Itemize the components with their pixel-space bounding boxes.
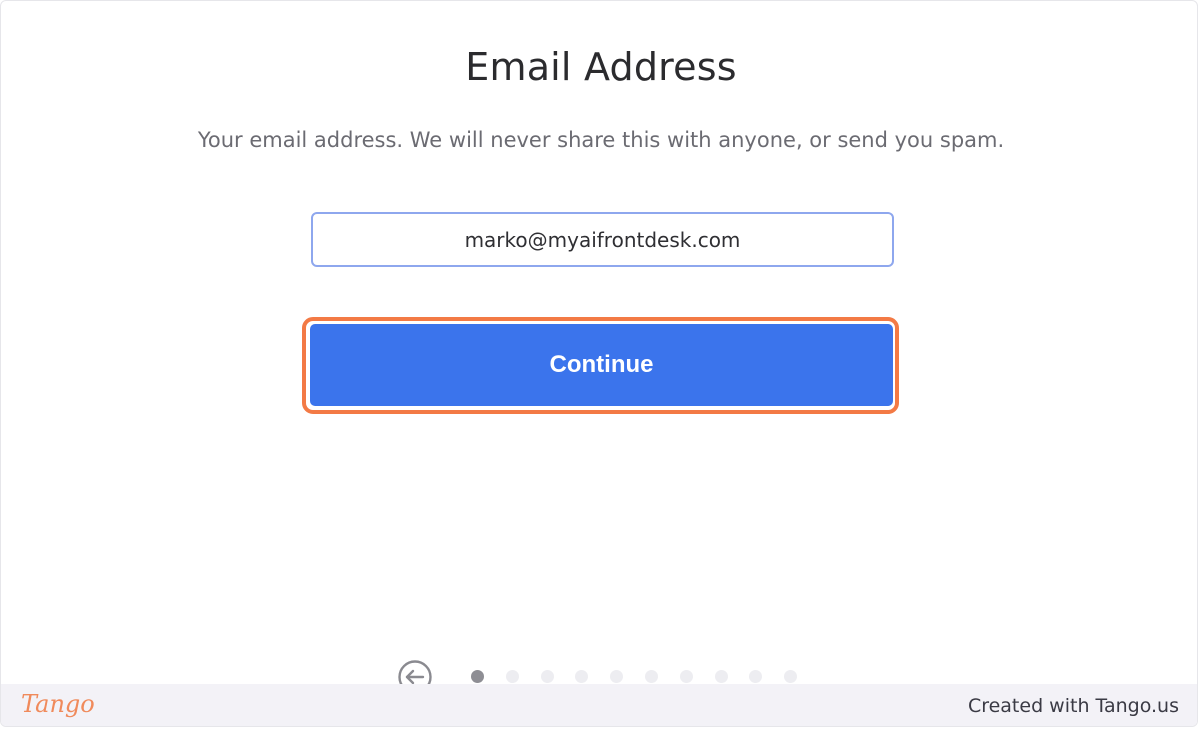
pagination-dot[interactable] [784, 670, 798, 683]
footer-bar: Tango Created with Tango.us [1, 684, 1197, 726]
page-subtitle: Your email address. We will never share … [197, 128, 1005, 152]
pagination-dot[interactable] [610, 670, 624, 683]
email-field[interactable] [311, 212, 894, 267]
pagination-dot[interactable] [714, 670, 728, 683]
screenshot-frame: Email Address Your email address. We wil… [0, 0, 1198, 727]
page-title: Email Address [465, 45, 737, 89]
created-with-text: Created with Tango.us [967, 695, 1179, 717]
tango-logo: Tango [21, 690, 95, 718]
continue-button[interactable]: Continue [310, 324, 893, 406]
pagination-dot[interactable] [471, 670, 484, 683]
pagination-dot[interactable] [540, 670, 554, 683]
pagination-dot[interactable] [679, 670, 693, 683]
pagination-dot[interactable] [505, 670, 519, 683]
pagination-dot[interactable] [749, 670, 763, 683]
pagination-dot[interactable] [575, 670, 589, 683]
pagination-dot[interactable] [645, 670, 658, 683]
